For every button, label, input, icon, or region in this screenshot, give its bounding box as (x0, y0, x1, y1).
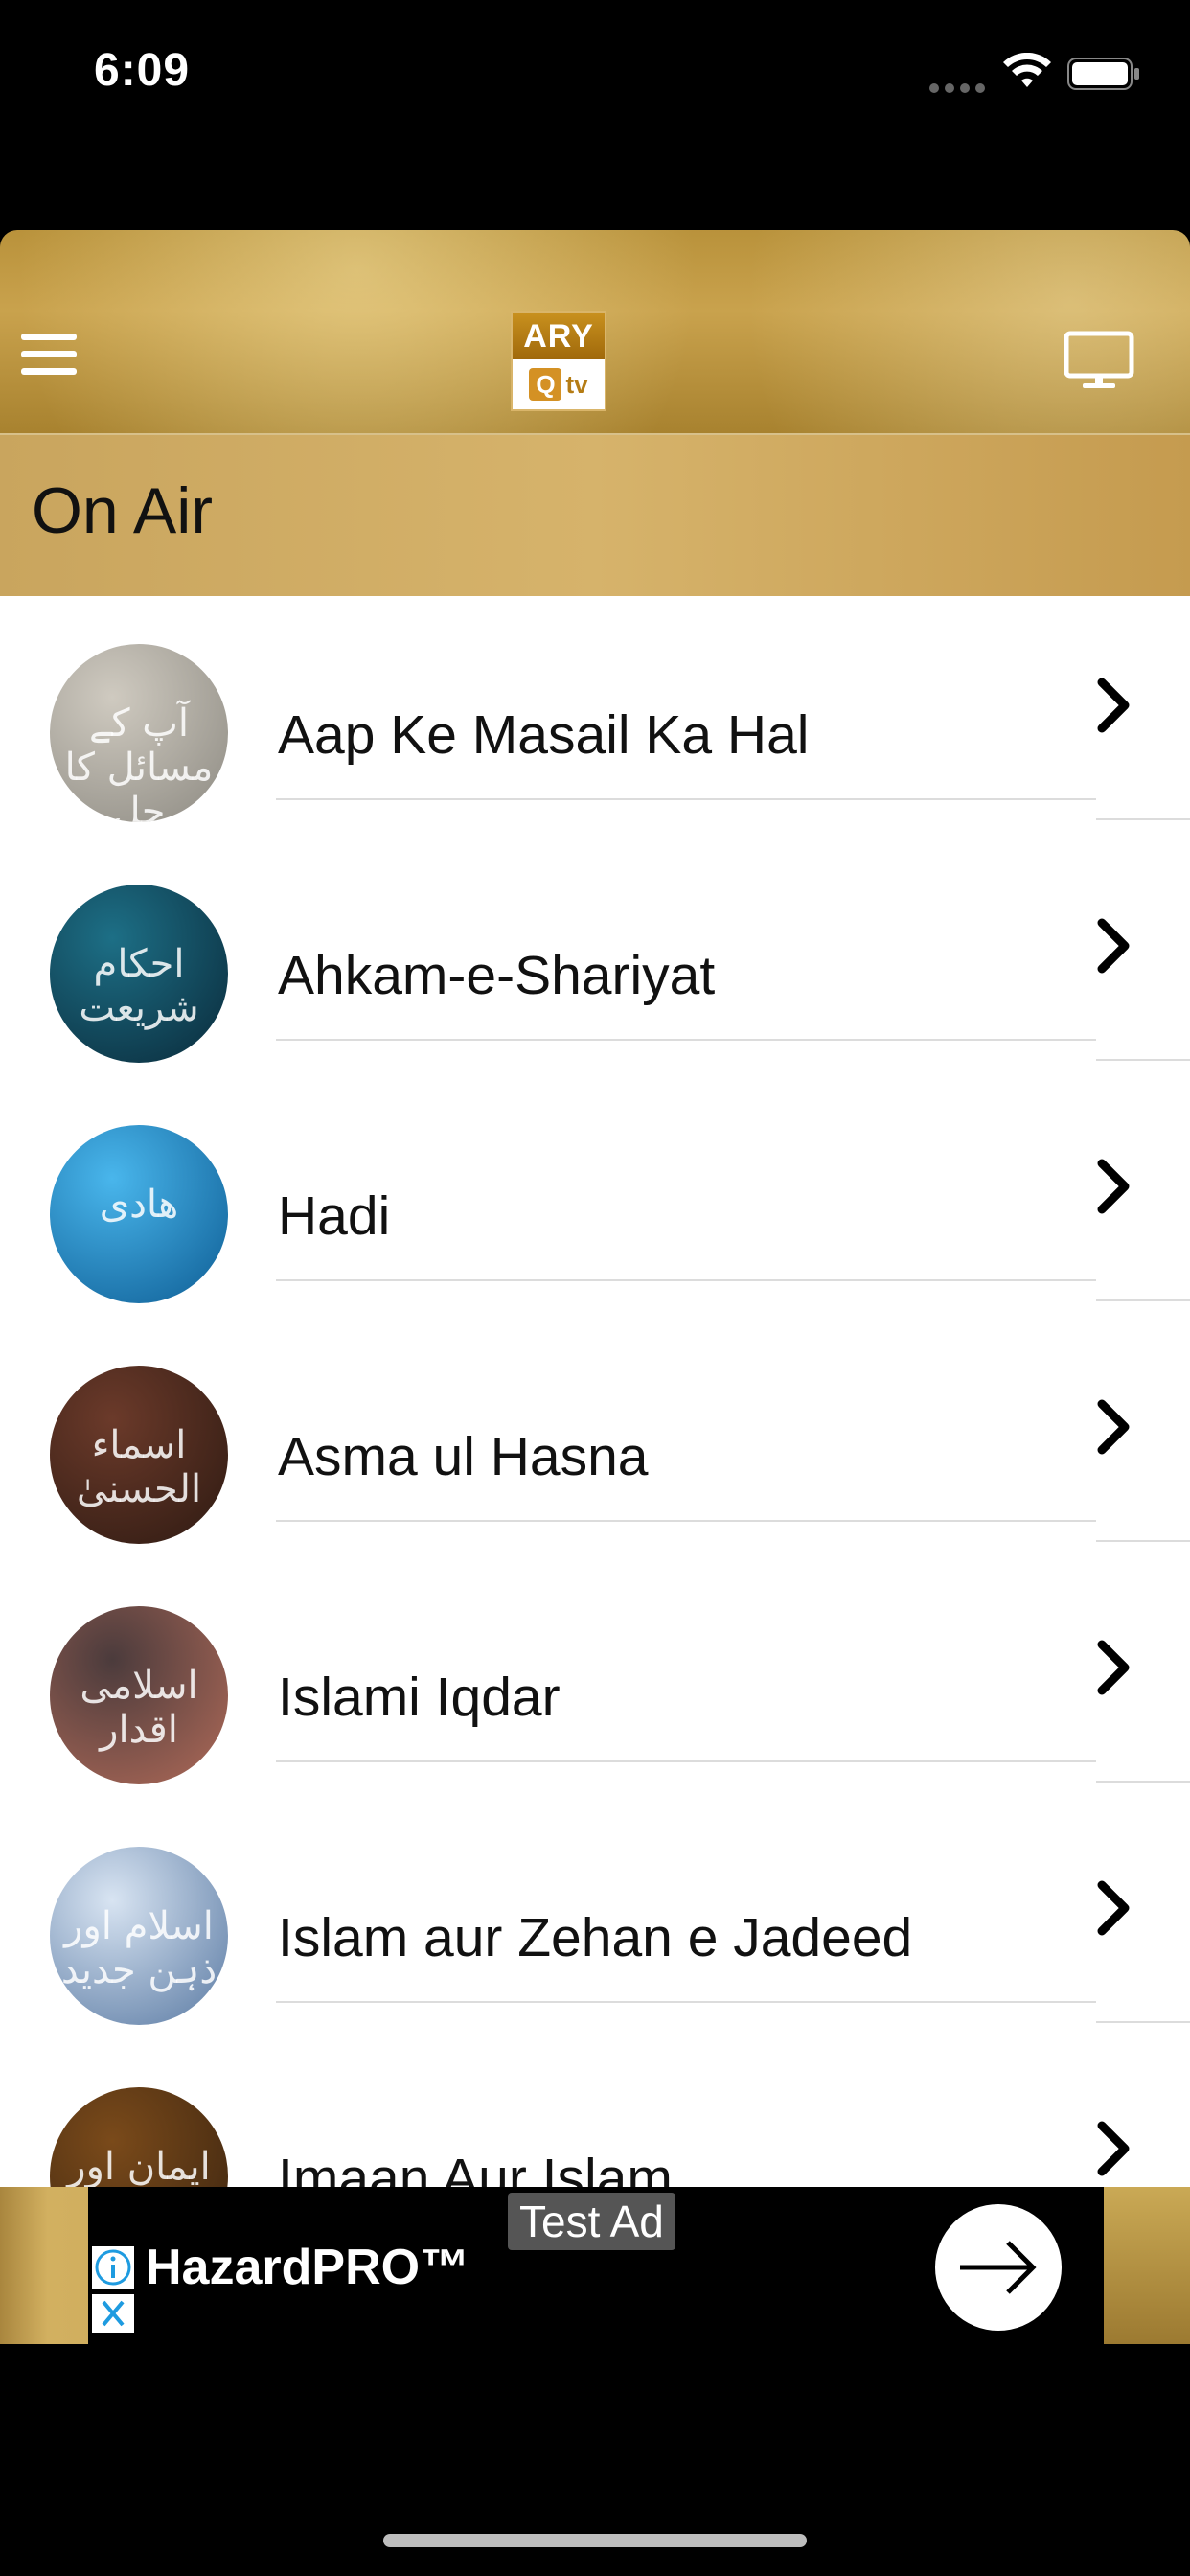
list-item[interactable]: ھادی Hadi (0, 1077, 1190, 1319)
program-thumbnail: اسلام اور ذہن جدید (50, 1847, 228, 2025)
thumbnail-calligraphy: اسلامی اقدار (80, 1664, 198, 1752)
program-title: Islami Iqdar (278, 1667, 561, 1728)
list-item[interactable]: آپ کے مسائل کا حل Aap Ke Masail Ka Hal (0, 596, 1190, 838)
status-bar: 6:09 (0, 0, 1190, 144)
row-divider-right (1096, 818, 1190, 820)
thumbnail-calligraphy: ایمان اور اسلام (67, 2145, 211, 2187)
ad-title[interactable]: HazardPRO™ (146, 2239, 469, 2296)
app-header: ARY Q tv (0, 230, 1190, 433)
row-divider (276, 1039, 1096, 1041)
list-item[interactable]: اسلامی اقدار Islami Iqdar (0, 1558, 1190, 1800)
row-divider (276, 1760, 1096, 1762)
program-list: آپ کے مسائل کا حل Aap Ke Masail Ka Hal احک… (0, 596, 1190, 2187)
home-indicator[interactable] (383, 2534, 807, 2547)
program-title: Hadi (278, 1185, 391, 1247)
chevron-right-icon[interactable] (1094, 917, 1133, 975)
program-thumbnail: اسماء الحسنیٰ (50, 1366, 228, 1544)
thumbnail-calligraphy: ھادی (99, 1183, 179, 1227)
thumbnail-calligraphy: اسلام اور ذہن جدید (60, 1904, 217, 1992)
menu-icon[interactable] (21, 334, 77, 378)
logo-top-text: ARY (513, 313, 605, 359)
chevron-right-icon[interactable] (1094, 2120, 1133, 2177)
list-item[interactable]: احکام شریعت Ahkam-e-Shariyat (0, 837, 1190, 1078)
ad-info-icon[interactable] (92, 2246, 134, 2288)
program-thumbnail: اسلامی اقدار (50, 1606, 228, 1784)
row-divider-right (1096, 1059, 1190, 1061)
list-item[interactable]: اسماء الحسنیٰ Asma ul Hasna (0, 1318, 1190, 1559)
row-divider-right (1096, 1540, 1190, 1542)
program-title: Imaan Aur Islam (278, 2148, 673, 2187)
ad-open-button[interactable] (935, 2204, 1062, 2331)
program-title: Aap Ke Masail Ka Hal (278, 704, 810, 766)
ad-close-icon[interactable] (92, 2294, 134, 2333)
chevron-right-icon[interactable] (1094, 1158, 1133, 1215)
wifi-icon (1003, 53, 1051, 87)
chevron-right-icon[interactable] (1094, 1639, 1133, 1696)
program-thumbnail: ھادی (50, 1125, 228, 1303)
row-divider-right (1096, 2021, 1190, 2023)
logo-q: Q (529, 368, 562, 401)
tv-icon[interactable] (1064, 331, 1134, 390)
chevron-right-icon[interactable] (1094, 677, 1133, 734)
arrow-right-icon (960, 2241, 1037, 2294)
row-divider (276, 2001, 1096, 2003)
row-divider-right (1096, 1300, 1190, 1301)
row-divider (276, 1520, 1096, 1522)
row-divider (276, 1279, 1096, 1281)
chevron-right-icon[interactable] (1094, 1398, 1133, 1456)
section-title: On Air (32, 474, 213, 547)
list-item[interactable]: اسلام اور ذہن جدید Islam aur Zehan e Jade… (0, 1799, 1190, 2040)
status-time: 6:09 (94, 45, 191, 96)
section-header: On Air (0, 433, 1190, 596)
thumbnail-calligraphy: آپ کے مسائل کا حل (64, 702, 214, 822)
program-thumbnail: ایمان اور اسلام (50, 2087, 228, 2187)
program-thumbnail: احکام شریعت (50, 885, 228, 1063)
program-title: Islam aur Zehan e Jadeed (278, 1907, 913, 1968)
program-title: Asma ul Hasna (278, 1426, 649, 1487)
program-title: Ahkam-e-Shariyat (278, 945, 716, 1006)
ary-qtv-logo: ARY Q tv (511, 311, 606, 411)
thumbnail-calligraphy: اسماء الحسنیٰ (76, 1423, 202, 1511)
logo-tv: tv (565, 369, 588, 399)
list-item[interactable]: ایمان اور اسلام Imaan Aur Islam (0, 2039, 1190, 2187)
program-thumbnail: آپ کے مسائل کا حل (50, 644, 228, 822)
thumbnail-calligraphy: احکام شریعت (79, 942, 199, 1030)
row-divider-right (1096, 1781, 1190, 1782)
row-divider (276, 798, 1096, 800)
ad-border-right (1104, 2187, 1190, 2344)
logo-bottom: Q tv (513, 359, 605, 409)
battery-icon (1067, 58, 1139, 90)
chevron-right-icon[interactable] (1094, 1879, 1133, 1937)
test-ad-label: Test Ad (508, 2193, 675, 2250)
ad-banner[interactable]: HazardPRO™ Test Ad (0, 2187, 1190, 2344)
cellular-signal-icon (929, 80, 991, 98)
